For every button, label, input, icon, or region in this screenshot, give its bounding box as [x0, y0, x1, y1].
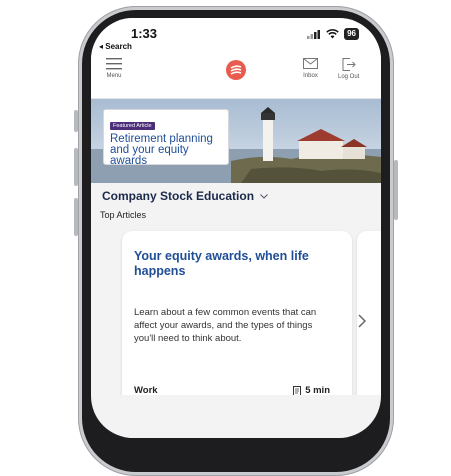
chevron-right-icon[interactable] — [358, 314, 366, 328]
side-button-mute — [74, 110, 78, 132]
article-description: Learn about a few common events that can… — [134, 307, 317, 344]
article-read-time: 5 min — [293, 385, 330, 395]
side-button-volume-down — [74, 198, 78, 236]
article-card[interactable]: Your equity awards, when life happens Le… — [122, 231, 352, 395]
article-title: Your equity awards, when life happens — [134, 249, 309, 278]
read-time-text: 5 min — [305, 385, 330, 395]
article-category: Work — [134, 385, 158, 395]
card-carousel: Your equity awards, when life happens Le… — [91, 18, 381, 395]
next-article-card[interactable] — [357, 231, 381, 395]
document-icon — [293, 385, 302, 395]
side-button-power — [394, 160, 398, 220]
side-button-volume-up — [74, 148, 78, 186]
